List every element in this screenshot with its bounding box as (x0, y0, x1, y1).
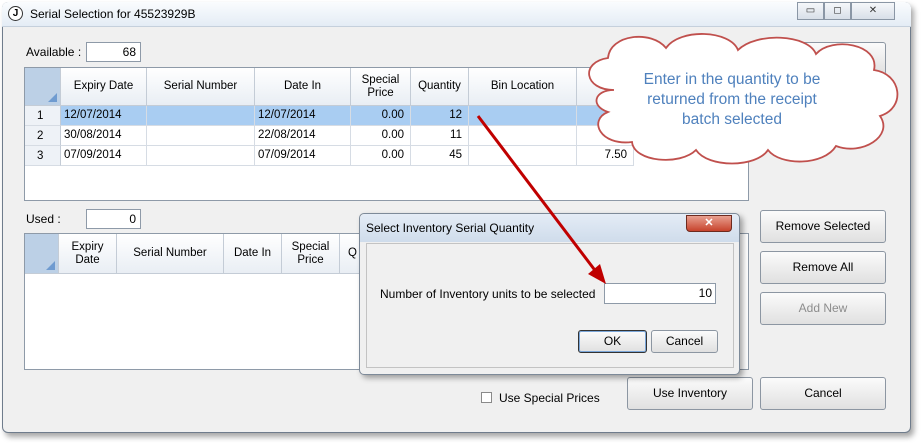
available-label: Available : (26, 45, 82, 59)
cell-quantity[interactable]: 12 (411, 106, 469, 126)
cell-bin[interactable] (469, 106, 577, 126)
use-inventory-button[interactable]: Use Inventory (627, 377, 753, 410)
callout-line: batch selected (682, 111, 782, 128)
cell-quantity[interactable]: 45 (411, 146, 469, 166)
cell-serial[interactable] (147, 146, 255, 166)
cell-date-in[interactable]: 22/08/2014 (255, 126, 351, 146)
col-bin-location[interactable]: Bin Location (469, 68, 577, 106)
callout-text: Enter in the quantity to be returned fro… (604, 70, 860, 130)
row-header[interactable]: 3 (25, 146, 61, 166)
row-header[interactable]: 2 (25, 126, 61, 146)
window-title: Serial Selection for 45523929B (30, 7, 196, 21)
available-count: 68 (86, 42, 141, 62)
add-new-button[interactable]: Add New (760, 292, 886, 325)
col-serial-number[interactable]: Serial Number (117, 234, 224, 274)
col-special-price[interactable]: Special Price (351, 68, 411, 106)
grid-corner[interactable] (25, 68, 61, 106)
cell-bin[interactable] (469, 146, 577, 166)
col-date-in[interactable]: Date In (224, 234, 282, 274)
col-expiry-date[interactable]: Expiry Date (59, 234, 117, 274)
quantity-input[interactable]: 10 (604, 283, 716, 304)
dialog-cancel-button[interactable]: Cancel (651, 330, 718, 353)
col-expiry-date[interactable]: Expiry Date (61, 68, 147, 106)
cell-quantity[interactable]: 11 (411, 126, 469, 146)
cell-price[interactable]: 0.00 (351, 106, 411, 126)
cell-price[interactable]: 0.00 (351, 126, 411, 146)
cell-date-in[interactable]: 07/09/2014 (255, 146, 351, 166)
col-date-in[interactable]: Date In (255, 68, 351, 106)
dialog-title: Select Inventory Serial Quantity (366, 221, 535, 235)
cell-serial[interactable] (147, 126, 255, 146)
grid-corner[interactable] (25, 234, 59, 274)
cell-expiry[interactable]: 07/09/2014 (61, 146, 147, 166)
app-icon: J (8, 6, 23, 21)
used-label: Used : (26, 212, 61, 226)
used-count: 0 (86, 209, 141, 229)
dialog-prompt: Number of Inventory units to be selected (380, 287, 596, 301)
restore-button[interactable]: ◻ (824, 2, 851, 20)
close-button[interactable]: ✕ (851, 2, 895, 20)
remove-all-button[interactable]: Remove All (760, 251, 886, 284)
col-special-price[interactable]: Special Price (282, 234, 340, 274)
cell-price[interactable]: 0.00 (351, 146, 411, 166)
cell-date-in[interactable]: 12/07/2014 (255, 106, 351, 126)
callout-line: Enter in the quantity to be (643, 71, 821, 88)
cell-bin[interactable] (469, 126, 577, 146)
cell-expiry[interactable]: 12/07/2014 (61, 106, 147, 126)
special-prices-label: Use Special Prices (499, 391, 600, 405)
row-header[interactable]: 1 (25, 106, 61, 126)
cell-expiry[interactable]: 30/08/2014 (61, 126, 147, 146)
cell-serial[interactable] (147, 106, 255, 126)
remove-selected-button[interactable]: Remove Selected (760, 210, 886, 243)
cancel-button[interactable]: Cancel (760, 377, 886, 410)
dialog-close-button[interactable]: ✕ (686, 215, 732, 232)
special-prices-checkbox[interactable] (481, 392, 492, 403)
minimize-button[interactable]: ▭ (797, 2, 824, 20)
ok-button[interactable]: OK (578, 330, 647, 353)
col-quantity[interactable]: Quantity (411, 68, 469, 106)
col-serial-number[interactable]: Serial Number (147, 68, 255, 106)
callout-line: returned from the receipt (647, 91, 817, 108)
